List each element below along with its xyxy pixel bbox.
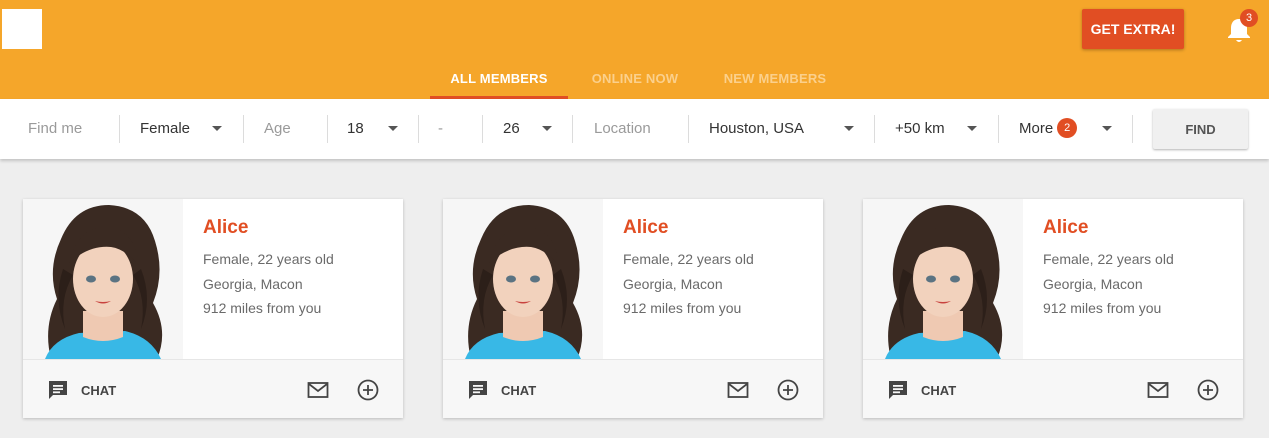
add-circle-icon[interactable]	[357, 379, 379, 401]
card-actions: CHAT	[863, 359, 1243, 418]
mail-icon[interactable]	[307, 381, 329, 399]
distance-value: +50 km	[895, 120, 945, 137]
member-name[interactable]: Alice	[1043, 217, 1174, 239]
get-extra-button[interactable]: GET EXTRA!	[1082, 9, 1184, 49]
age-range-separator: -	[438, 120, 443, 137]
top-header: GET EXTRA! 3 ALL MEMBERS ONLINE NOW NEW …	[0, 0, 1269, 99]
caret-down-icon	[212, 126, 222, 131]
member-gender-age: Female, 22 years old	[203, 251, 334, 267]
member-distance: 912 miles from you	[203, 300, 322, 316]
tab-new-members[interactable]: NEW MEMBERS	[702, 60, 848, 99]
divider	[688, 115, 689, 143]
more-count-badge: 2	[1057, 118, 1078, 139]
search-bar: Find me Female Age 18 - 26 Location Hous…	[0, 99, 1269, 159]
profile-photo	[863, 199, 1023, 359]
member-photo[interactable]	[443, 199, 603, 359]
chat-button[interactable]: CHAT	[467, 379, 536, 401]
find-button[interactable]: FIND	[1153, 109, 1248, 149]
member-name[interactable]: Alice	[203, 217, 334, 239]
member-distance: 912 miles from you	[1043, 300, 1162, 316]
tab-online-now[interactable]: ONLINE NOW	[568, 60, 702, 99]
card-actions: CHAT	[443, 359, 823, 418]
chat-label: CHAT	[501, 382, 537, 398]
member-location: Georgia, Macon	[203, 275, 303, 292]
member-gender-age: Female, 22 years old	[1043, 251, 1174, 267]
divider	[998, 115, 999, 143]
member-info: Alice Female, 22 years old Georgia, Maco…	[1043, 217, 1174, 321]
member-card[interactable]: Alice Female, 22 years old Georgia, Maco…	[863, 199, 1243, 418]
tab-all-members[interactable]: ALL MEMBERS	[430, 60, 568, 99]
more-label: More	[1019, 120, 1054, 137]
member-info: Alice Female, 22 years old Georgia, Maco…	[623, 217, 754, 321]
member-location: Georgia, Macon	[1043, 275, 1143, 292]
notifications-button[interactable]: 3	[1224, 9, 1258, 44]
chat-button[interactable]: CHAT	[887, 379, 956, 401]
caret-down-icon	[542, 126, 552, 131]
member-gender-age: Female, 22 years old	[623, 251, 754, 267]
caret-down-icon	[967, 126, 977, 131]
member-info: Alice Female, 22 years old Georgia, Maco…	[203, 217, 334, 321]
add-circle-icon[interactable]	[1197, 379, 1219, 401]
divider	[243, 115, 244, 143]
mail-icon[interactable]	[1147, 381, 1169, 399]
caret-down-icon	[388, 126, 398, 131]
location-label: Location	[594, 120, 651, 137]
caret-down-icon	[1102, 126, 1112, 131]
profile-photo	[23, 199, 183, 359]
location-value: Houston, USA	[709, 120, 805, 137]
gender-value: Female	[140, 120, 191, 137]
divider	[327, 115, 328, 143]
divider	[572, 115, 573, 143]
chat-button[interactable]: CHAT	[47, 379, 116, 401]
member-card[interactable]: Alice Female, 22 years old Georgia, Maco…	[443, 199, 823, 418]
age-to-value: 26	[503, 120, 520, 137]
add-circle-icon[interactable]	[777, 379, 799, 401]
age-label: Age	[264, 120, 291, 137]
member-card[interactable]: Alice Female, 22 years old Georgia, Maco…	[23, 199, 403, 418]
member-distance: 912 miles from you	[623, 300, 742, 316]
notification-count-badge: 3	[1240, 9, 1258, 27]
member-photo[interactable]	[23, 199, 183, 359]
caret-down-icon	[844, 126, 854, 131]
chat-icon	[49, 381, 67, 399]
member-photo[interactable]	[863, 199, 1023, 359]
divider	[418, 115, 419, 143]
chat-icon	[889, 381, 907, 399]
divider	[482, 115, 483, 143]
mail-icon[interactable]	[727, 381, 749, 399]
profile-photo	[443, 199, 603, 359]
location-select[interactable]: Houston, USA	[709, 99, 859, 159]
member-location: Georgia, Macon	[623, 275, 723, 292]
chat-icon	[469, 381, 487, 399]
find-me-label: Find me	[28, 120, 83, 137]
logo[interactable]	[2, 9, 42, 49]
divider	[1132, 115, 1133, 143]
chat-label: CHAT	[921, 382, 957, 398]
chat-label: CHAT	[81, 382, 117, 398]
divider	[119, 115, 120, 143]
member-name[interactable]: Alice	[623, 217, 754, 239]
member-tabs: ALL MEMBERS ONLINE NOW NEW MEMBERS	[430, 60, 848, 99]
card-actions: CHAT	[23, 359, 403, 418]
divider	[874, 115, 875, 143]
age-from-value: 18	[347, 120, 364, 137]
